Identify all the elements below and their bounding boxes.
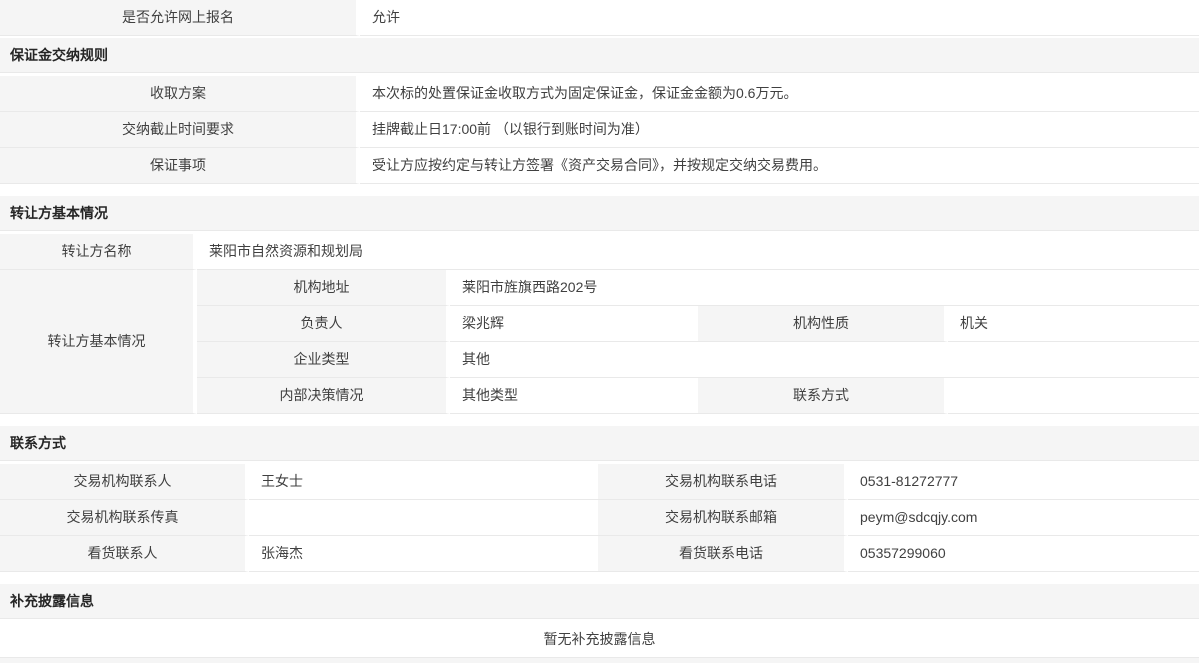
field-label-agency-email: 交易机构联系邮箱 <box>598 500 848 536</box>
table-row: 交纳截止时间要求 挂牌截止日17:00前 （以银行到账时间为准） <box>0 112 1199 148</box>
field-value-org-nature: 机关 <box>948 306 1199 342</box>
field-label-agency-contact-phone: 交易机构联系电话 <box>598 464 848 500</box>
section-header-supplement: 补充披露信息 <box>0 584 1199 619</box>
field-label-collection-plan: 收取方案 <box>0 76 360 112</box>
field-value-company-type: 其他 <box>450 342 1199 378</box>
field-label-inspection-contact-person: 看货联系人 <box>0 536 249 572</box>
table-row: 是否允许网上报名 允许 <box>0 0 1199 36</box>
field-value-transferor-name: 莱阳市自然资源和规划局 <box>197 234 1199 270</box>
section-header-deposit-rules: 保证金交纳规则 <box>0 38 1199 73</box>
table-row: 保证事项 受让方应按约定与转让方签署《资产交易合同》，并按规定交纳交易费用。 <box>0 148 1199 184</box>
field-label-transferor-name: 转让方名称 <box>0 234 197 270</box>
field-label-contact-method: 联系方式 <box>698 378 948 414</box>
table-row: 暂无补充披露信息 <box>0 622 1199 658</box>
field-label-online-signup: 是否允许网上报名 <box>0 0 360 36</box>
field-value-internal-decision: 其他类型 <box>450 378 698 414</box>
field-label-internal-decision: 内部决策情况 <box>197 378 450 414</box>
field-value-inspection-contact-phone: 05357299060 <box>848 536 1199 572</box>
field-label-agency-fax: 交易机构联系传真 <box>0 500 249 536</box>
deposit-rules-table: 收取方案 本次标的处置保证金收取方式为固定保证金，保证金金额为0.6万元。 交纳… <box>0 76 1199 184</box>
section-deposit-rules: 保证金交纳规则 收取方案 本次标的处置保证金收取方式为固定保证金，保证金金额为0… <box>0 38 1199 184</box>
field-value-online-signup: 允许 <box>360 0 1199 36</box>
transferor-table: 转让方名称 莱阳市自然资源和规划局 转让方基本情况 机构地址 莱阳市旌旗西路20… <box>0 234 1199 414</box>
field-value-agency-email: peym@sdcqjy.com <box>848 500 1199 536</box>
table-row: 收取方案 本次标的处置保证金收取方式为固定保证金，保证金金额为0.6万元。 <box>0 76 1199 112</box>
field-label-org-nature: 机构性质 <box>698 306 948 342</box>
table-row: 交易机构联系传真 交易机构联系邮箱 peym@sdcqjy.com <box>0 500 1199 536</box>
field-value-agency-contact-person: 王女士 <box>249 464 598 500</box>
field-value-agency-contact-phone: 0531-81272777 <box>848 464 1199 500</box>
table-row: 看货联系人 张海杰 看货联系电话 05357299060 <box>0 536 1199 572</box>
field-label-company-type: 企业类型 <box>197 342 450 378</box>
field-value-contact-method <box>948 378 1199 414</box>
footer-strip <box>0 658 1199 663</box>
section-supplement: 补充披露信息 暂无补充披露信息 <box>0 584 1199 658</box>
table-row: 转让方基本情况 机构地址 莱阳市旌旗西路202号 <box>0 270 1199 306</box>
table-row: 转让方名称 莱阳市自然资源和规划局 <box>0 234 1199 270</box>
contact-table: 交易机构联系人 王女士 交易机构联系电话 0531-81272777 交易机构联… <box>0 464 1199 572</box>
supplement-empty-text: 暂无补充披露信息 <box>0 622 1199 658</box>
field-label-org-address: 机构地址 <box>197 270 450 306</box>
table-row: 交易机构联系人 王女士 交易机构联系电话 0531-81272777 <box>0 464 1199 500</box>
field-value-org-address: 莱阳市旌旗西路202号 <box>450 270 1199 306</box>
field-label-inspection-contact-phone: 看货联系电话 <box>598 536 848 572</box>
group-label-transferor-basic: 转让方基本情况 <box>0 270 197 414</box>
online-signup-table: 是否允许网上报名 允许 <box>0 0 1199 36</box>
field-label-principal: 负责人 <box>197 306 450 342</box>
field-value-payment-deadline: 挂牌截止日17:00前 （以银行到账时间为准） <box>360 112 1199 148</box>
section-header-contact: 联系方式 <box>0 426 1199 461</box>
section-contact: 联系方式 交易机构联系人 王女士 交易机构联系电话 0531-81272777 … <box>0 426 1199 572</box>
field-label-agency-contact-person: 交易机构联系人 <box>0 464 249 500</box>
field-label-guarantee-items: 保证事项 <box>0 148 360 184</box>
field-value-agency-fax <box>249 500 598 536</box>
field-value-principal: 梁兆辉 <box>450 306 698 342</box>
field-label-payment-deadline: 交纳截止时间要求 <box>0 112 360 148</box>
supplement-table: 暂无补充披露信息 <box>0 622 1199 658</box>
section-transferor: 转让方基本情况 转让方名称 莱阳市自然资源和规划局 转让方基本情况 机构地址 莱… <box>0 196 1199 414</box>
section-header-transferor: 转让方基本情况 <box>0 196 1199 231</box>
field-value-inspection-contact-person: 张海杰 <box>249 536 598 572</box>
field-value-collection-plan: 本次标的处置保证金收取方式为固定保证金，保证金金额为0.6万元。 <box>360 76 1199 112</box>
field-value-guarantee-items: 受让方应按约定与转让方签署《资产交易合同》，并按规定交纳交易费用。 <box>360 148 1199 184</box>
